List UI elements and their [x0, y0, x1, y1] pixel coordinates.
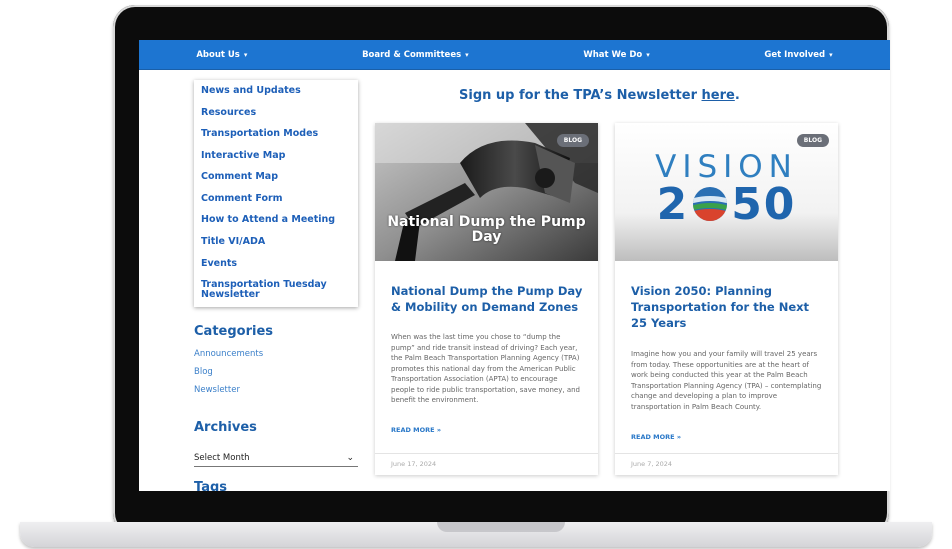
archives-select-value: Select Month	[194, 453, 250, 463]
year-digit-right: 50	[731, 179, 797, 230]
globe-icon	[693, 187, 728, 221]
read-more-link[interactable]: READ MORE »	[631, 433, 681, 441]
read-more-link[interactable]: READ MORE »	[391, 426, 441, 434]
menu-item-comment-map[interactable]: Comment Map	[201, 172, 351, 182]
card-date: June 17, 2024	[391, 460, 437, 468]
chevron-down-icon: ⌄	[346, 453, 354, 463]
year-2050-logo: 2 50	[615, 179, 838, 230]
archives-month-select[interactable]: Select Month ⌄	[194, 450, 358, 467]
category-link-blog[interactable]: Blog	[194, 367, 213, 377]
nav-about-us-label: About Us	[196, 49, 240, 60]
nav-get-involved[interactable]: Get Involved ▾	[764, 50, 832, 60]
signup-here-link[interactable]: here	[702, 88, 735, 103]
menu-item-interactive-map[interactable]: Interactive Map	[201, 151, 351, 161]
menu-item-transportation-modes[interactable]: Transportation Modes	[201, 129, 351, 139]
card-image-vision-2050[interactable]: VISION 2 50 BLOG	[615, 123, 838, 261]
card-excerpt: Imagine how you and your family will tra…	[631, 350, 822, 411]
signup-period: .	[734, 88, 740, 103]
menu-item-news-updates[interactable]: News and Updates	[201, 86, 351, 96]
menu-item-comment-form[interactable]: Comment Form	[201, 194, 351, 204]
card-image-caption: National Dump the Pump Day	[387, 214, 586, 245]
card-date: June 7, 2024	[631, 460, 673, 468]
menu-item-resources[interactable]: Resources	[201, 108, 351, 118]
card-title[interactable]: National Dump the Pump Day & Mobility on…	[391, 283, 583, 315]
menu-item-events[interactable]: Events	[201, 259, 351, 269]
nav-board-committees[interactable]: Board & Committees ▾	[362, 50, 469, 60]
nav-board-committees-label: Board & Committees	[362, 49, 462, 60]
signup-text: Sign up for the TPA’s Newsletter	[459, 88, 702, 103]
newsletter-signup-heading: Sign up for the TPA’s Newsletter here.	[459, 88, 740, 103]
menu-item-attend-meeting[interactable]: How to Attend a Meeting	[201, 215, 351, 225]
category-link-newsletter[interactable]: Newsletter	[194, 385, 240, 395]
blog-card-dump-the-pump: National Dump the Pump Day BLOG National…	[375, 123, 598, 475]
card-title[interactable]: Vision 2050: Planning Transportation for…	[631, 283, 823, 331]
year-digit-left: 2	[656, 179, 690, 230]
card-footer: June 17, 2024	[375, 453, 598, 476]
blog-badge: BLOG	[796, 134, 829, 147]
chevron-down-icon: ▾	[646, 50, 650, 59]
nav-what-we-do[interactable]: What We Do ▾	[583, 50, 649, 60]
categories-heading: Categories	[194, 324, 274, 339]
laptop-notch	[437, 522, 565, 532]
nav-what-we-do-label: What We Do	[583, 49, 643, 60]
blog-badge: BLOG	[556, 134, 589, 147]
menu-item-title-vi-ada[interactable]: Title VI/ADA	[201, 237, 351, 247]
nav-get-involved-label: Get Involved	[764, 49, 826, 60]
chevron-down-icon: ▾	[829, 50, 833, 59]
card-image-fuel-pump[interactable]: National Dump the Pump Day BLOG	[375, 123, 598, 261]
chevron-down-icon: ▾	[465, 50, 469, 59]
chevron-down-icon: ▾	[243, 50, 248, 59]
card-excerpt: When was the last time you chose to “dum…	[391, 333, 580, 404]
archives-heading: Archives	[194, 420, 257, 435]
card-footer: June 7, 2024	[615, 453, 838, 476]
laptop-screen: About Us ▾ Board & Committees ▾ What We Do…	[139, 40, 890, 491]
nav-about-us[interactable]: About Us ▾	[196, 50, 247, 60]
blog-card-vision-2050: VISION 2 50 BLOG Vision 2050: Planning T…	[615, 123, 838, 475]
tags-heading: Tags	[194, 480, 228, 491]
top-navigation: About Us ▾ Board & Committees ▾ What We Do…	[139, 40, 890, 70]
menu-item-transportation-tuesday[interactable]: Transportation Tuesday Newsletter	[201, 280, 351, 300]
category-link-announcements[interactable]: Announcements	[194, 349, 263, 359]
about-us-dropdown-menu: News and Updates Resources Transportatio…	[194, 80, 358, 307]
